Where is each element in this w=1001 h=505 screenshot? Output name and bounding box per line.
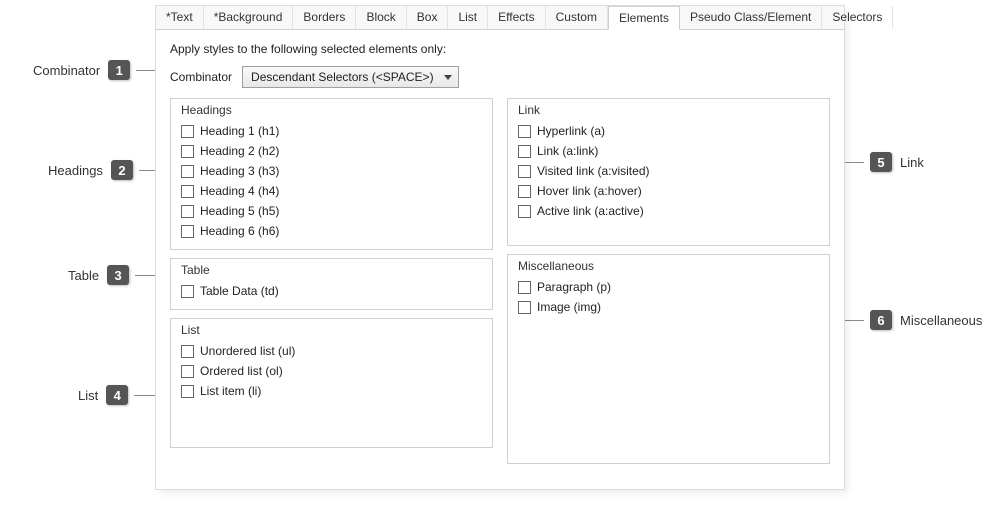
- tab-elements[interactable]: Elements: [608, 6, 680, 30]
- combinator-value: Descendant Selectors (<SPACE>): [251, 70, 434, 84]
- callout-badge: 5: [870, 152, 892, 172]
- check-heading-6[interactable]: Heading 6 (h6): [181, 221, 482, 241]
- checkbox-icon: [181, 165, 194, 178]
- callout-badge: 3: [107, 265, 129, 285]
- chevron-down-icon: [444, 75, 452, 80]
- callout-combinator: Combinator 1: [33, 60, 170, 80]
- callout-label: Miscellaneous: [900, 313, 982, 328]
- checkbox-icon: [518, 205, 531, 218]
- group-list: List Unordered list (ul) Ordered list (o…: [170, 318, 493, 448]
- combinator-row: Combinator Descendant Selectors (<SPACE>…: [170, 66, 830, 88]
- group-misc: Miscellaneous Paragraph (p) Image (img): [507, 254, 830, 464]
- group-legend: Headings: [181, 103, 482, 117]
- checkbox-icon: [181, 185, 194, 198]
- callout-badge: 2: [111, 160, 133, 180]
- tab-borders[interactable]: Borders: [293, 6, 356, 29]
- callout-badge: 6: [870, 310, 892, 330]
- callout-label: Headings: [48, 163, 103, 178]
- tab-bar: *Text *Background Borders Block Box List…: [156, 6, 844, 30]
- tab-selectors[interactable]: Selectors: [822, 6, 893, 29]
- check-a[interactable]: Hyperlink (a): [518, 121, 819, 141]
- elements-panel: Apply styles to the following selected e…: [156, 30, 844, 478]
- check-label: Heading 2 (h2): [200, 144, 279, 158]
- check-alink[interactable]: Link (a:link): [518, 141, 819, 161]
- tab-block[interactable]: Block: [356, 6, 406, 29]
- checkbox-icon: [181, 125, 194, 138]
- tab-text[interactable]: *Text: [156, 6, 204, 29]
- check-label: Hover link (a:hover): [537, 184, 642, 198]
- group-legend: List: [181, 323, 482, 337]
- group-legend: Link: [518, 103, 819, 117]
- check-ahover[interactable]: Hover link (a:hover): [518, 181, 819, 201]
- check-label: Visited link (a:visited): [537, 164, 650, 178]
- check-label: Heading 4 (h4): [200, 184, 279, 198]
- group-legend: Table: [181, 263, 482, 277]
- check-heading-2[interactable]: Heading 2 (h2): [181, 141, 482, 161]
- check-label: Image (img): [537, 300, 601, 314]
- checkbox-icon: [518, 145, 531, 158]
- check-label: Unordered list (ul): [200, 344, 295, 358]
- check-aactive[interactable]: Active link (a:active): [518, 201, 819, 221]
- checkbox-icon: [181, 385, 194, 398]
- callout-badge: 1: [108, 60, 130, 80]
- tab-pseudo[interactable]: Pseudo Class/Element: [680, 6, 822, 29]
- checkbox-icon: [518, 125, 531, 138]
- tab-box[interactable]: Box: [407, 6, 449, 29]
- check-label: Hyperlink (a): [537, 124, 605, 138]
- group-table: Table Table Data (td): [170, 258, 493, 310]
- tab-background[interactable]: *Background: [204, 6, 294, 29]
- check-label: List item (li): [200, 384, 261, 398]
- checkbox-icon: [181, 345, 194, 358]
- check-label: Link (a:link): [537, 144, 598, 158]
- check-heading-4[interactable]: Heading 4 (h4): [181, 181, 482, 201]
- check-heading-3[interactable]: Heading 3 (h3): [181, 161, 482, 181]
- check-label: Heading 6 (h6): [200, 224, 279, 238]
- check-avisited[interactable]: Visited link (a:visited): [518, 161, 819, 181]
- check-label: Active link (a:active): [537, 204, 644, 218]
- callout-label: Table: [68, 268, 99, 283]
- checkbox-icon: [181, 145, 194, 158]
- check-td[interactable]: Table Data (td): [181, 281, 482, 301]
- right-column: Link Hyperlink (a) Link (a:link) Visited…: [507, 98, 830, 464]
- checkbox-icon: [518, 165, 531, 178]
- checkbox-icon: [518, 185, 531, 198]
- check-label: Table Data (td): [200, 284, 279, 298]
- check-li[interactable]: List item (li): [181, 381, 482, 401]
- intro-text: Apply styles to the following selected e…: [170, 42, 830, 56]
- check-img[interactable]: Image (img): [518, 297, 819, 317]
- combinator-select[interactable]: Descendant Selectors (<SPACE>): [242, 66, 459, 88]
- tab-list[interactable]: List: [448, 6, 488, 29]
- checkbox-icon: [181, 285, 194, 298]
- check-heading-5[interactable]: Heading 5 (h5): [181, 201, 482, 221]
- callout-label: Combinator: [33, 63, 100, 78]
- groups-grid: Headings Heading 1 (h1) Heading 2 (h2) H…: [170, 98, 830, 464]
- callout-label: List: [78, 388, 98, 403]
- callout-badge: 4: [106, 385, 128, 405]
- tab-custom[interactable]: Custom: [546, 6, 608, 29]
- check-p[interactable]: Paragraph (p): [518, 277, 819, 297]
- left-column: Headings Heading 1 (h1) Heading 2 (h2) H…: [170, 98, 493, 464]
- callout-label: Link: [900, 155, 924, 170]
- checkbox-icon: [181, 225, 194, 238]
- check-heading-1[interactable]: Heading 1 (h1): [181, 121, 482, 141]
- combinator-label: Combinator: [170, 70, 232, 84]
- group-link: Link Hyperlink (a) Link (a:link) Visited…: [507, 98, 830, 246]
- checkbox-icon: [518, 301, 531, 314]
- checkbox-icon: [181, 205, 194, 218]
- check-ol[interactable]: Ordered list (ol): [181, 361, 482, 381]
- check-ul[interactable]: Unordered list (ul): [181, 341, 482, 361]
- check-label: Heading 5 (h5): [200, 204, 279, 218]
- group-headings: Headings Heading 1 (h1) Heading 2 (h2) H…: [170, 98, 493, 250]
- style-panel: *Text *Background Borders Block Box List…: [155, 5, 845, 490]
- check-label: Heading 3 (h3): [200, 164, 279, 178]
- checkbox-icon: [181, 365, 194, 378]
- group-legend: Miscellaneous: [518, 259, 819, 273]
- check-label: Ordered list (ol): [200, 364, 283, 378]
- checkbox-icon: [518, 281, 531, 294]
- check-label: Heading 1 (h1): [200, 124, 279, 138]
- check-label: Paragraph (p): [537, 280, 611, 294]
- tab-effects[interactable]: Effects: [488, 6, 545, 29]
